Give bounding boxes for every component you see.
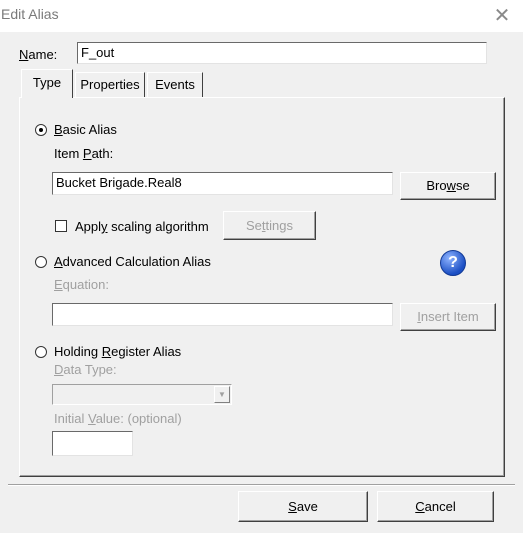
insert-item-button[interactable]: Insert Item [400, 303, 496, 331]
initial-value-input[interactable] [52, 431, 133, 456]
tab-type[interactable]: Type [21, 69, 73, 98]
equation-input[interactable] [52, 303, 393, 326]
holding-register-radio[interactable] [35, 346, 47, 358]
close-icon[interactable]: ✕ [486, 2, 518, 30]
settings-button[interactable]: Settings [223, 211, 316, 240]
save-button[interactable]: Save [238, 491, 368, 522]
item-path-input[interactable]: Bucket Brigade.Real8 [52, 172, 393, 195]
tab-events[interactable]: Events [147, 72, 203, 97]
help-icon[interactable]: ? [440, 250, 466, 276]
chevron-down-icon[interactable]: ▼ [214, 386, 230, 403]
title-bar: Edit Alias ✕ [0, 0, 525, 32]
basic-alias-label[interactable]: Basic Alias [54, 122, 117, 137]
cancel-button[interactable]: Cancel [377, 491, 494, 522]
equation-label: Equation: [54, 277, 109, 292]
item-path-label: Item Path: [54, 146, 114, 161]
name-input[interactable]: F_out [77, 42, 487, 64]
advanced-alias-radio[interactable] [35, 256, 47, 268]
browse-button[interactable]: Browse [400, 172, 496, 200]
apply-scaling-checkbox[interactable] [55, 220, 67, 232]
data-type-select[interactable]: ▼ [52, 384, 232, 405]
tab-properties[interactable]: Properties [75, 72, 145, 97]
advanced-alias-label[interactable]: Advanced Calculation Alias [54, 254, 211, 269]
initial-value-label: Initial Value: (optional) [54, 411, 182, 426]
data-type-label: Data Type: [54, 362, 117, 377]
basic-alias-radio[interactable] [35, 124, 47, 136]
window-title: Edit Alias [1, 6, 59, 22]
holding-register-label[interactable]: Holding Register Alias [54, 344, 181, 359]
name-label: Name: [19, 47, 58, 62]
footer-separator-highlight [8, 485, 515, 486]
apply-scaling-label[interactable]: Apply scaling algorithm [75, 219, 209, 234]
